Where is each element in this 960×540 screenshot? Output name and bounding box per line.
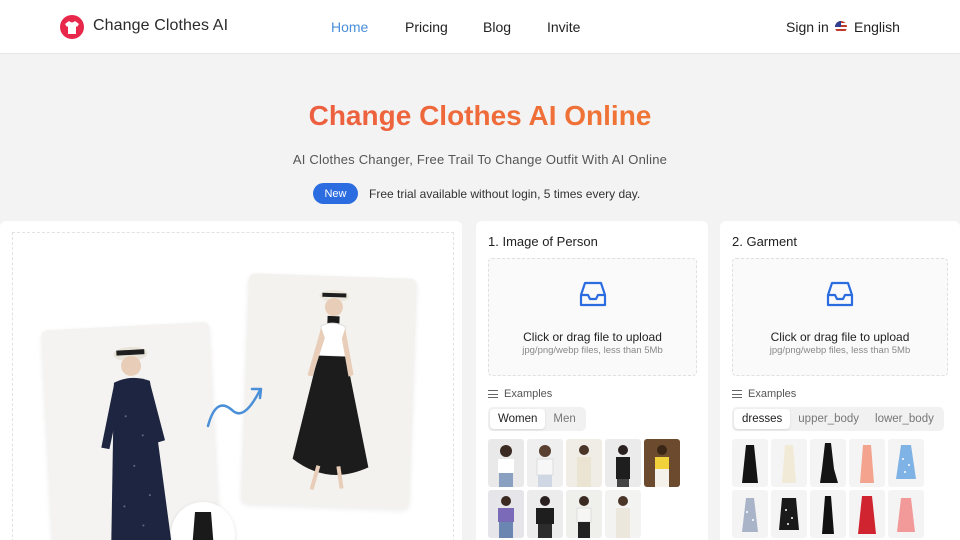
person-card-title: 1. Image of Person [488,234,598,249]
garment-example-thumb[interactable] [849,439,885,487]
person-upload-hint: jpg/png/webp files, less than 5Mb [522,345,663,356]
sign-in-link[interactable]: Sign in [786,19,829,35]
person-upload-text: Click or drag file to upload [523,330,662,344]
garment-example-thumb[interactable] [810,490,846,538]
tab-dresses[interactable]: dresses [734,409,791,429]
brand-name[interactable]: Change Clothes AI [93,17,228,35]
tab-women[interactable]: Women [490,409,546,429]
garment-example-thumb[interactable] [810,439,846,487]
garment-category-tabs: dresses upper_body lower_body [732,407,944,431]
inbox-icon [579,281,606,307]
garment-example-thumb[interactable] [888,439,924,487]
person-example-thumb[interactable] [527,490,563,538]
garment-example-thumb[interactable] [732,439,768,487]
garment-upload-card: 2. Garment Click or drag file to upload … [720,221,960,540]
nav-pricing[interactable]: Pricing [405,19,448,35]
new-badge: New [313,183,358,204]
person-category-tabs: Women Men [488,407,586,431]
trial-notice: New Free trial available without login, … [313,183,640,204]
garment-example-thumb[interactable] [771,490,807,538]
person-example-thumb[interactable] [488,490,524,538]
list-icon [732,390,742,398]
page-subtitle: AI Clothes Changer, Free Trail To Change… [292,152,668,167]
person-example-thumb[interactable] [488,439,524,487]
nav-invite[interactable]: Invite [547,19,580,35]
garment-example-thumb[interactable] [849,490,885,538]
tab-lower-body[interactable]: lower_body [867,409,942,429]
garment-example-thumb[interactable] [771,439,807,487]
person-example-thumb[interactable] [605,490,641,538]
trial-notice-text: Free trial available without login, 5 ti… [369,186,641,201]
person-example-thumb[interactable] [605,439,641,487]
garment-examples-label: Examples [732,388,796,400]
person-example-thumb[interactable] [566,490,602,538]
list-icon [488,390,498,398]
person-example-thumb[interactable] [527,439,563,487]
person-example-thumb[interactable] [644,439,680,487]
person-example-thumb[interactable] [566,439,602,487]
language-label: English [854,19,900,35]
us-flag-icon [835,21,847,33]
curved-arrow-icon [206,387,263,428]
garment-example-thumb[interactable] [732,490,768,538]
garment-upload-hint: jpg/png/webp files, less than 5Mb [769,345,911,356]
person-upload-card: 1. Image of Person Click or drag file to… [476,221,708,540]
tshirt-logo-icon[interactable] [60,15,84,39]
person-examples-label: Examples [488,388,552,400]
person-examples-grid [488,439,680,538]
nav-home[interactable]: Home [331,19,368,35]
garment-upload-text: Click or drag file to upload [770,330,910,344]
person-upload-dropzone[interactable]: Click or drag file to upload jpg/png/web… [488,258,697,376]
tab-men[interactable]: Men [545,409,583,429]
page-title: Change Clothes AI Online [0,100,960,132]
inbox-icon [826,281,854,307]
top-navbar: Change Clothes AI Home Pricing Blog Invi… [0,0,960,54]
garment-card-title: 2. Garment [732,234,798,249]
tab-upper-body[interactable]: upper_body [790,409,867,429]
nav-blog[interactable]: Blog [483,19,511,35]
garment-thumb-circle [171,502,235,540]
language-selector[interactable]: English [835,19,900,35]
garment-example-thumb[interactable] [888,490,924,538]
garment-examples-grid [732,439,924,538]
garment-upload-dropzone[interactable]: Click or drag file to upload jpg/png/web… [732,258,948,376]
